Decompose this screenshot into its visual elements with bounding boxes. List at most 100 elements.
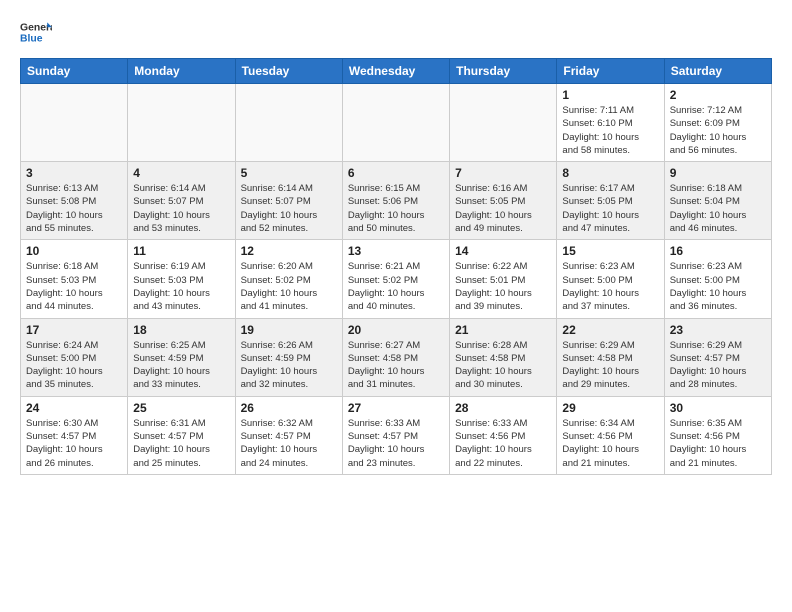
day-number: 16 — [670, 244, 766, 258]
week-row-4: 24 Sunrise: 6:30 AM Sunset: 4:57 PM Dayli… — [21, 396, 772, 474]
day-cell: 9 Sunrise: 6:18 AM Sunset: 5:04 PM Daylig… — [664, 162, 771, 240]
day-cell: 20 Sunrise: 6:27 AM Sunset: 4:58 PM Dayli… — [342, 318, 449, 396]
day-number: 4 — [133, 166, 229, 180]
calendar-header-row: SundayMondayTuesdayWednesdayThursdayFrid… — [21, 59, 772, 84]
day-info: Sunrise: 6:29 AM Sunset: 4:58 PM Dayligh… — [562, 339, 658, 392]
day-cell: 5 Sunrise: 6:14 AM Sunset: 5:07 PM Daylig… — [235, 162, 342, 240]
day-cell: 11 Sunrise: 6:19 AM Sunset: 5:03 PM Dayli… — [128, 240, 235, 318]
day-number: 17 — [26, 323, 122, 337]
day-info: Sunrise: 6:33 AM Sunset: 4:57 PM Dayligh… — [348, 417, 444, 470]
calendar-page: General Blue SundayMondayTuesdayWednesda… — [0, 0, 792, 491]
day-number: 9 — [670, 166, 766, 180]
day-info: Sunrise: 6:33 AM Sunset: 4:56 PM Dayligh… — [455, 417, 551, 470]
day-info: Sunrise: 6:13 AM Sunset: 5:08 PM Dayligh… — [26, 182, 122, 235]
day-cell: 6 Sunrise: 6:15 AM Sunset: 5:06 PM Daylig… — [342, 162, 449, 240]
day-info: Sunrise: 6:17 AM Sunset: 5:05 PM Dayligh… — [562, 182, 658, 235]
day-cell: 26 Sunrise: 6:32 AM Sunset: 4:57 PM Dayli… — [235, 396, 342, 474]
day-info: Sunrise: 6:14 AM Sunset: 5:07 PM Dayligh… — [241, 182, 337, 235]
day-info: Sunrise: 6:19 AM Sunset: 5:03 PM Dayligh… — [133, 260, 229, 313]
day-info: Sunrise: 6:25 AM Sunset: 4:59 PM Dayligh… — [133, 339, 229, 392]
day-number: 8 — [562, 166, 658, 180]
day-info: Sunrise: 6:20 AM Sunset: 5:02 PM Dayligh… — [241, 260, 337, 313]
day-cell: 28 Sunrise: 6:33 AM Sunset: 4:56 PM Dayli… — [450, 396, 557, 474]
day-cell: 2 Sunrise: 7:12 AM Sunset: 6:09 PM Daylig… — [664, 84, 771, 162]
day-info: Sunrise: 6:26 AM Sunset: 4:59 PM Dayligh… — [241, 339, 337, 392]
day-number: 28 — [455, 401, 551, 415]
day-cell: 13 Sunrise: 6:21 AM Sunset: 5:02 PM Dayli… — [342, 240, 449, 318]
col-header-saturday: Saturday — [664, 59, 771, 84]
day-info: Sunrise: 7:11 AM Sunset: 6:10 PM Dayligh… — [562, 104, 658, 157]
day-info: Sunrise: 6:32 AM Sunset: 4:57 PM Dayligh… — [241, 417, 337, 470]
day-number: 5 — [241, 166, 337, 180]
day-cell: 8 Sunrise: 6:17 AM Sunset: 5:05 PM Daylig… — [557, 162, 664, 240]
day-number: 13 — [348, 244, 444, 258]
day-info: Sunrise: 6:34 AM Sunset: 4:56 PM Dayligh… — [562, 417, 658, 470]
logo: General Blue — [20, 16, 52, 48]
day-number: 26 — [241, 401, 337, 415]
day-info: Sunrise: 6:24 AM Sunset: 5:00 PM Dayligh… — [26, 339, 122, 392]
day-info: Sunrise: 6:18 AM Sunset: 5:04 PM Dayligh… — [670, 182, 766, 235]
day-number: 6 — [348, 166, 444, 180]
week-row-1: 3 Sunrise: 6:13 AM Sunset: 5:08 PM Daylig… — [21, 162, 772, 240]
day-cell: 10Sunrise: 6:18 AM Sunset: 5:03 PM Dayli… — [21, 240, 128, 318]
day-cell — [235, 84, 342, 162]
day-cell: 7 Sunrise: 6:16 AM Sunset: 5:05 PM Daylig… — [450, 162, 557, 240]
day-info: Sunrise: 6:22 AM Sunset: 5:01 PM Dayligh… — [455, 260, 551, 313]
day-number: 24 — [26, 401, 122, 415]
day-info: Sunrise: 6:18 AM Sunset: 5:03 PM Dayligh… — [26, 260, 122, 313]
day-cell — [128, 84, 235, 162]
day-info: Sunrise: 6:30 AM Sunset: 4:57 PM Dayligh… — [26, 417, 122, 470]
day-cell: 3 Sunrise: 6:13 AM Sunset: 5:08 PM Daylig… — [21, 162, 128, 240]
day-cell: 12 Sunrise: 6:20 AM Sunset: 5:02 PM Dayli… — [235, 240, 342, 318]
day-number: 25 — [133, 401, 229, 415]
week-row-2: 10Sunrise: 6:18 AM Sunset: 5:03 PM Dayli… — [21, 240, 772, 318]
day-info: Sunrise: 7:12 AM Sunset: 6:09 PM Dayligh… — [670, 104, 766, 157]
day-number: 23 — [670, 323, 766, 337]
day-info: Sunrise: 6:35 AM Sunset: 4:56 PM Dayligh… — [670, 417, 766, 470]
day-number: 11 — [133, 244, 229, 258]
day-number: 19 — [241, 323, 337, 337]
day-cell: 24 Sunrise: 6:30 AM Sunset: 4:57 PM Dayli… — [21, 396, 128, 474]
day-number: 18 — [133, 323, 229, 337]
day-cell — [21, 84, 128, 162]
day-number: 27 — [348, 401, 444, 415]
day-cell — [342, 84, 449, 162]
day-cell: 29 Sunrise: 6:34 AM Sunset: 4:56 PM Dayli… — [557, 396, 664, 474]
day-info: Sunrise: 6:27 AM Sunset: 4:58 PM Dayligh… — [348, 339, 444, 392]
col-header-wednesday: Wednesday — [342, 59, 449, 84]
day-info: Sunrise: 6:28 AM Sunset: 4:58 PM Dayligh… — [455, 339, 551, 392]
day-number: 3 — [26, 166, 122, 180]
day-number: 30 — [670, 401, 766, 415]
day-info: Sunrise: 6:16 AM Sunset: 5:05 PM Dayligh… — [455, 182, 551, 235]
col-header-sunday: Sunday — [21, 59, 128, 84]
day-number: 7 — [455, 166, 551, 180]
header: General Blue — [20, 16, 772, 48]
day-cell: 27 Sunrise: 6:33 AM Sunset: 4:57 PM Dayli… — [342, 396, 449, 474]
col-header-friday: Friday — [557, 59, 664, 84]
col-header-thursday: Thursday — [450, 59, 557, 84]
day-number: 12 — [241, 244, 337, 258]
day-cell: 18 Sunrise: 6:25 AM Sunset: 4:59 PM Dayli… — [128, 318, 235, 396]
week-row-0: 1Sunrise: 7:11 AM Sunset: 6:10 PM Daylig… — [21, 84, 772, 162]
day-info: Sunrise: 6:15 AM Sunset: 5:06 PM Dayligh… — [348, 182, 444, 235]
col-header-tuesday: Tuesday — [235, 59, 342, 84]
day-number: 20 — [348, 323, 444, 337]
day-cell: 17 Sunrise: 6:24 AM Sunset: 5:00 PM Dayli… — [21, 318, 128, 396]
day-cell: 1Sunrise: 7:11 AM Sunset: 6:10 PM Daylig… — [557, 84, 664, 162]
day-number: 14 — [455, 244, 551, 258]
day-cell: 4Sunrise: 6:14 AM Sunset: 5:07 PM Daylig… — [128, 162, 235, 240]
day-info: Sunrise: 6:23 AM Sunset: 5:00 PM Dayligh… — [562, 260, 658, 313]
day-cell: 15Sunrise: 6:23 AM Sunset: 5:00 PM Dayli… — [557, 240, 664, 318]
day-number: 21 — [455, 323, 551, 337]
day-cell: 22Sunrise: 6:29 AM Sunset: 4:58 PM Dayli… — [557, 318, 664, 396]
day-number: 2 — [670, 88, 766, 102]
day-info: Sunrise: 6:21 AM Sunset: 5:02 PM Dayligh… — [348, 260, 444, 313]
day-cell: 16Sunrise: 6:23 AM Sunset: 5:00 PM Dayli… — [664, 240, 771, 318]
day-info: Sunrise: 6:31 AM Sunset: 4:57 PM Dayligh… — [133, 417, 229, 470]
day-info: Sunrise: 6:29 AM Sunset: 4:57 PM Dayligh… — [670, 339, 766, 392]
week-row-3: 17 Sunrise: 6:24 AM Sunset: 5:00 PM Dayli… — [21, 318, 772, 396]
day-cell: 23 Sunrise: 6:29 AM Sunset: 4:57 PM Dayli… — [664, 318, 771, 396]
day-number: 29 — [562, 401, 658, 415]
col-header-monday: Monday — [128, 59, 235, 84]
day-cell: 14 Sunrise: 6:22 AM Sunset: 5:01 PM Dayli… — [450, 240, 557, 318]
